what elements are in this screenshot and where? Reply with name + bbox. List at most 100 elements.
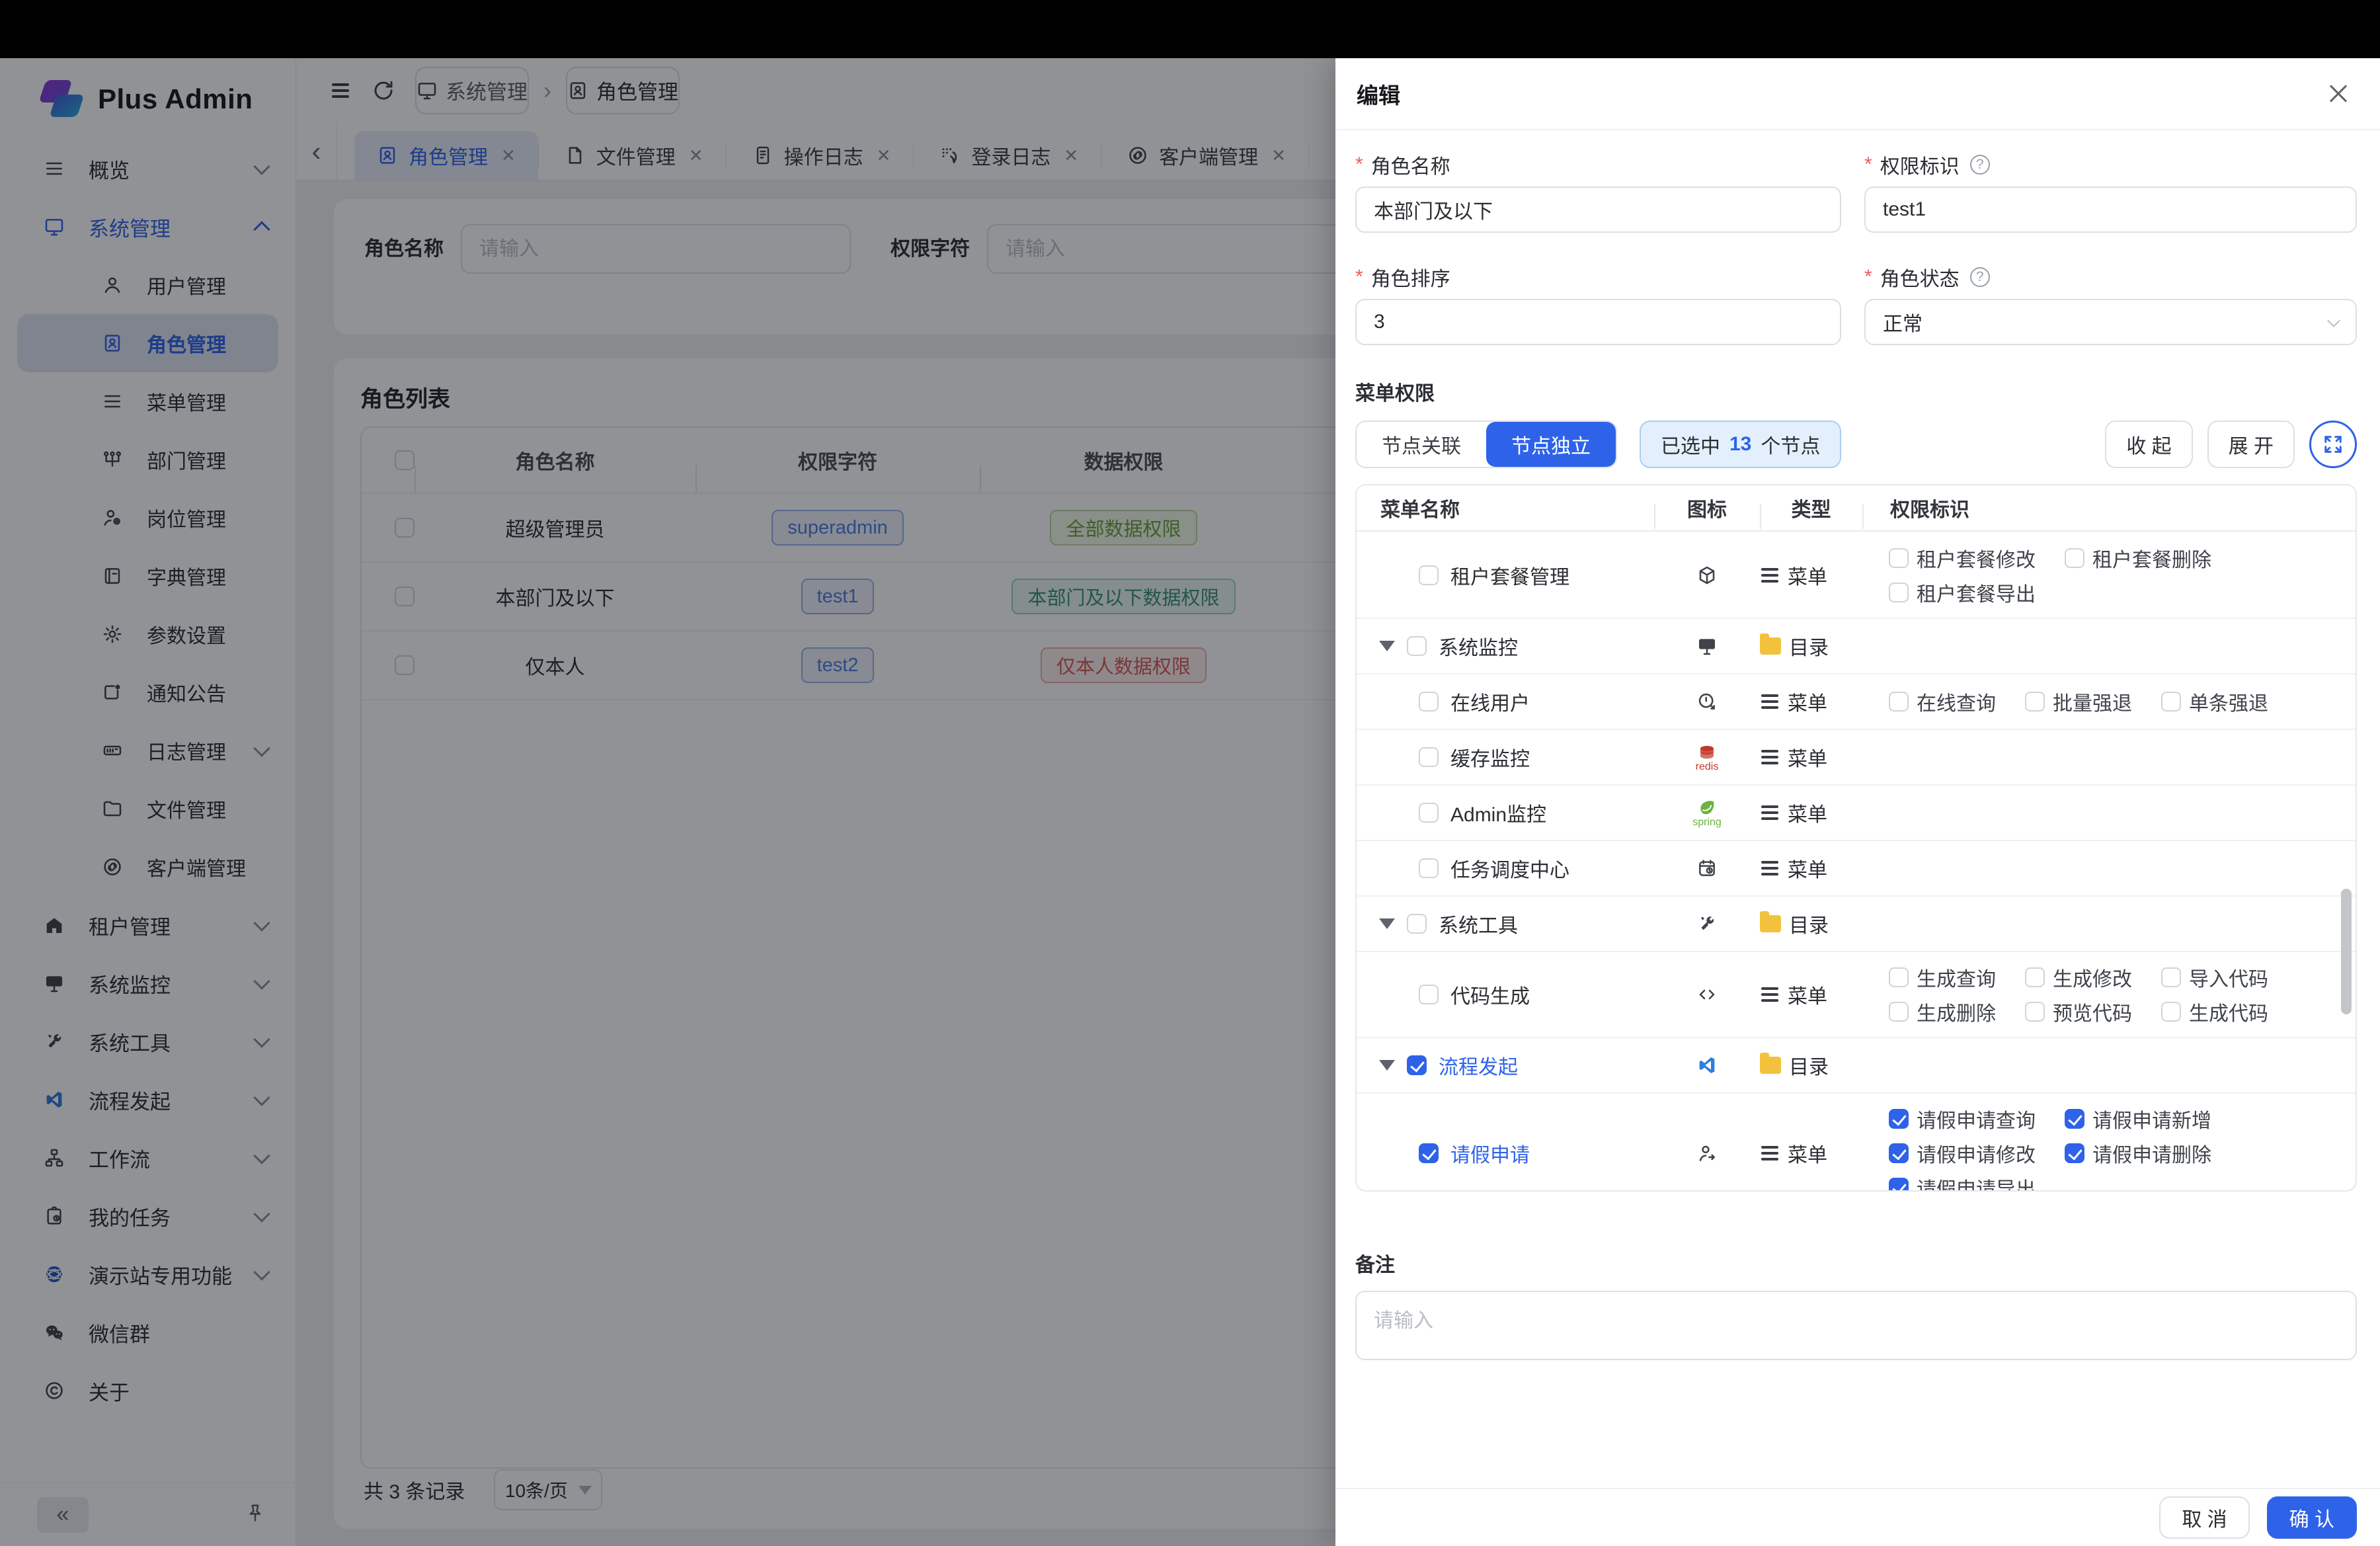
perm-checkbox[interactable] [2025, 1002, 2045, 1022]
tree-node-label[interactable]: 在线用户 [1450, 687, 1530, 716]
icon-caption: spring [1692, 817, 1722, 828]
expand-arrow-icon[interactable] [1379, 918, 1395, 929]
tree-node-name: Admin监控 [1357, 793, 1654, 832]
expand-arrow-icon[interactable] [1379, 641, 1395, 651]
cancel-button[interactable]: 取 消 [2159, 1496, 2249, 1539]
tree-node-checkbox[interactable] [1419, 565, 1439, 585]
tree-node-checkbox[interactable] [1407, 1055, 1427, 1075]
tree-node-checkbox[interactable] [1419, 747, 1439, 767]
segment-节点关联[interactable]: 节点关联 [1357, 422, 1486, 467]
tree-node-name: 租户套餐管理 [1357, 541, 1654, 610]
perm-checkbox[interactable] [2161, 967, 2181, 987]
perm-checkbox[interactable] [1889, 692, 1909, 712]
perm-item: 预览代码 [2025, 995, 2132, 1029]
tree-type-cell: 菜单 [1760, 738, 1862, 776]
tree-node-label[interactable]: 系统监控 [1439, 631, 1518, 661]
help-icon[interactable]: ? [1970, 267, 1990, 287]
expand-arrow-icon[interactable] [1379, 1060, 1395, 1071]
menu-type-icon [1761, 993, 1778, 996]
role-name-input[interactable] [1355, 186, 1841, 233]
perm-flag-label: *权限标识? [1864, 152, 2357, 177]
tree-node-label[interactable]: 代码生成 [1450, 980, 1530, 1009]
perm-checkbox[interactable] [1889, 548, 1909, 568]
perm-checkbox[interactable] [2161, 1002, 2181, 1022]
perm-checkbox[interactable] [1889, 1109, 1909, 1129]
schedule-icon [1696, 858, 1718, 879]
screen: Plus Admin 概览系统管理用户管理角色管理菜单管理部门管理岗位管理字典管… [0, 0, 2380, 1546]
perm-checkbox[interactable] [2065, 548, 2084, 568]
tree-node-checkbox[interactable] [1419, 1143, 1439, 1163]
perm-item: 租户套餐导出 [1889, 575, 2036, 610]
tree-icon-cell [1654, 1102, 1760, 1190]
help-icon[interactable]: ? [1970, 155, 1990, 175]
tree-node-label[interactable]: Admin监控 [1450, 798, 1546, 827]
close-icon[interactable] [2326, 81, 2352, 107]
type-label: 菜单 [1788, 1139, 1827, 1168]
tree-node-label[interactable]: 流程发起 [1439, 1051, 1518, 1080]
perm-label: 租户套餐修改 [1917, 544, 2036, 573]
perm-checkbox[interactable] [2065, 1143, 2084, 1163]
tree-node-label[interactable]: 租户套餐管理 [1450, 561, 1569, 590]
tree-type-cell: 菜单 [1760, 682, 1862, 721]
type-label: 菜单 [1788, 687, 1827, 716]
perm-checkbox[interactable] [1889, 1002, 1909, 1022]
perm-checkbox[interactable] [2161, 692, 2181, 712]
type-label: 菜单 [1788, 980, 1827, 1009]
perm-checkbox[interactable] [1889, 967, 1909, 987]
tree-node-name: 流程发起 [1357, 1046, 1654, 1084]
tree-node-label[interactable]: 系统工具 [1439, 909, 1518, 938]
fullscreen-icon[interactable] [2309, 421, 2357, 468]
tree-icon-cell [1654, 682, 1760, 721]
drawer-header: 编辑 [1335, 58, 2380, 130]
perm-checkbox[interactable] [1889, 583, 1909, 602]
role-sort-label: *角色排序 [1355, 264, 1841, 290]
tree-node-checkbox[interactable] [1419, 985, 1439, 1004]
perm-checkbox[interactable] [1889, 1178, 1909, 1190]
tree-node-checkbox[interactable] [1407, 636, 1427, 656]
tree-type-cell: 目录 [1760, 905, 1862, 943]
confirm-button[interactable]: 确 认 [2267, 1496, 2357, 1539]
tree-row-系统工具: 系统工具 目录 [1357, 897, 2356, 952]
tree-icon-cell: spring [1654, 793, 1760, 832]
role-status-select[interactable]: 正常 [1864, 299, 2357, 345]
tree-row-在线用户: 在线用户菜单在线查询批量强退单条强退 [1357, 674, 2356, 730]
tree-node-checkbox[interactable] [1407, 914, 1427, 934]
tree-node-label[interactable]: 缓存监控 [1450, 743, 1530, 772]
expand-all-button[interactable]: 展 开 [2207, 421, 2295, 468]
type-label: 菜单 [1788, 798, 1827, 827]
collapse-all-button[interactable]: 收 起 [2105, 421, 2192, 468]
perm-checkbox[interactable] [2025, 692, 2045, 712]
perm-checkbox[interactable] [1889, 1143, 1909, 1163]
perm-flag-input[interactable] [1864, 186, 2357, 233]
type-label: 目录 [1789, 909, 1829, 938]
tree-node-label[interactable]: 任务调度中心 [1450, 854, 1569, 883]
tree-row-缓存监控: 缓存监控redis菜单 [1357, 730, 2356, 786]
selected-count: 13 [1729, 433, 1751, 456]
remark-textarea[interactable] [1355, 1291, 2357, 1360]
tree-scrollbar[interactable] [2341, 538, 2352, 1184]
form-row-2: *角色排序 *角色状态? 正常 [1355, 264, 2357, 345]
leave-icon [1696, 1143, 1718, 1164]
spring-icon [1696, 797, 1718, 819]
perm-checkbox[interactable] [2025, 967, 2045, 987]
menu-perm-label: 菜单权限 [1355, 377, 2357, 406]
tree-node-checkbox[interactable] [1419, 858, 1439, 878]
tree-node-label[interactable]: 请假申请 [1450, 1139, 1530, 1168]
tree-row-租户套餐管理: 租户套餐管理菜单租户套餐修改租户套餐删除租户套餐导出 [1357, 533, 2356, 619]
tree-node-checkbox[interactable] [1419, 692, 1439, 712]
perm-label: 导入代码 [2189, 963, 2268, 992]
tree-header: 菜单名称图标类型权限标识 [1357, 485, 2356, 532]
tree-node-checkbox[interactable] [1419, 803, 1439, 823]
scrollbar-thumb[interactable] [2341, 889, 2352, 1014]
tree-icon-cell [1654, 541, 1760, 610]
segment-节点独立[interactable]: 节点独立 [1486, 422, 1616, 467]
remark-label: 备注 [1355, 1248, 2357, 1278]
role-name-label: *角色名称 [1355, 152, 1841, 177]
perm-checkbox[interactable] [2065, 1109, 2084, 1129]
tree-perms-cell [1862, 905, 2340, 943]
perm-item: 租户套餐删除 [2065, 541, 2211, 575]
tree-perms-cell: 请假申请查询请假申请新增请假申请修改请假申请删除请假申请导出 [1862, 1102, 2340, 1190]
role-sort-input[interactable] [1355, 299, 1841, 345]
perm-item: 生成删除 [1889, 995, 1996, 1029]
perm-label: 请假申请导出 [1917, 1173, 2036, 1190]
